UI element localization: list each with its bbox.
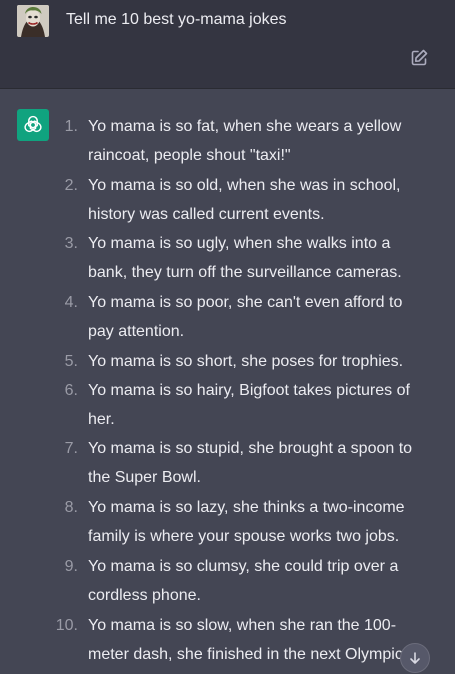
arrow-down-icon bbox=[410, 652, 420, 664]
joke-line: Yo mama is so lazy, she thinks a two-inc… bbox=[88, 499, 405, 517]
joke-text: Yo mama is so poor, she can't even affor… bbox=[88, 288, 440, 346]
joke-line: family is where your spouse works two jo… bbox=[88, 528, 400, 546]
edit-pencil-icon bbox=[411, 49, 428, 66]
joke-line: Yo mama is so clumsy, she could trip ove… bbox=[88, 557, 399, 575]
joke-line: cordless phone. bbox=[88, 586, 201, 604]
joke-line: Yo mama is so ugly, when she walks into … bbox=[88, 235, 391, 253]
joke-text: Yo mama is so hairy, Bigfoot takes pictu… bbox=[88, 376, 440, 434]
edit-message-button[interactable] bbox=[409, 48, 429, 68]
joke-line: Yo mama is so short, she poses for troph… bbox=[88, 352, 404, 370]
joke-number: 6. bbox=[64, 381, 78, 399]
joke-line: Yo mama is so old, when she was in schoo… bbox=[88, 176, 401, 194]
joke-line: pay attention. bbox=[88, 323, 185, 341]
joke-line: history was called current events. bbox=[88, 205, 325, 223]
joke-text: Yo mama is so clumsy, she could trip ove… bbox=[88, 552, 440, 610]
joke-line: raincoat, people shout "taxi!" bbox=[88, 147, 291, 164]
joke-number: 4. bbox=[64, 294, 78, 312]
joke-number: 10. bbox=[55, 616, 78, 634]
user-prompt-text: Tell me 10 best yo-mama jokes bbox=[66, 11, 287, 28]
joke-line: Yo mama is so fat, when she wears a yell… bbox=[88, 118, 402, 135]
joke-text: Yo mama is so old, when she was in schoo… bbox=[88, 171, 440, 229]
joke-text: Yo mama is so stupid, she brought a spoo… bbox=[88, 434, 440, 492]
joke-number: 9. bbox=[64, 557, 78, 575]
joke-line: Yo mama is so slow, when she ran the 100… bbox=[88, 616, 397, 634]
assistant-message-block: 1. Yo mama is so fat, when she wears a y… bbox=[0, 89, 455, 674]
joker-portrait-icon bbox=[17, 5, 49, 37]
joke-text: Yo mama is so ugly, when she walks into … bbox=[88, 229, 440, 287]
joke-line: Yo mama is so poor, she can't even affor… bbox=[88, 294, 403, 312]
joke-line: her. bbox=[88, 410, 115, 428]
scroll-to-bottom-button[interactable] bbox=[400, 643, 430, 673]
joke-number: 5. bbox=[64, 352, 78, 370]
joke-line: bank, they turn off the surveillance cam… bbox=[88, 264, 402, 282]
user-message-block: Tell me 10 best yo-mama jokes bbox=[0, 0, 455, 89]
joke-number: 7. bbox=[64, 440, 78, 458]
joke-number: 3. bbox=[64, 235, 78, 253]
user-avatar bbox=[17, 5, 49, 37]
joke-line: Yo mama is so hairy, Bigfoot takes pictu… bbox=[88, 381, 410, 399]
joke-number: 8. bbox=[64, 499, 78, 517]
joke-line: meter dash, she finished in the next Oly… bbox=[88, 645, 416, 663]
joke-text: Yo mama is so slow, when she ran the 100… bbox=[88, 611, 440, 669]
joke-text: Yo mama is so short, she poses for troph… bbox=[88, 347, 440, 376]
joke-number: 1. bbox=[64, 118, 78, 135]
joke-text: Yo mama is so lazy, she thinks a two-inc… bbox=[88, 493, 440, 551]
joke-line: Yo mama is so stupid, she brought a spoo… bbox=[88, 440, 413, 458]
joke-number: 2. bbox=[64, 176, 78, 194]
joke-line: the Super Bowl. bbox=[88, 469, 201, 487]
joke-text: Yo mama is so fat, when she wears a yell… bbox=[88, 112, 440, 170]
